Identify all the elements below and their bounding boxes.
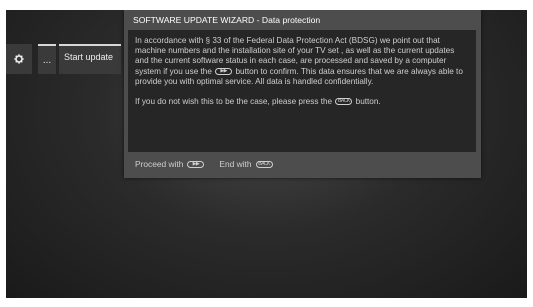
paragraph2-text-before: If you do not wish this to be the case, …: [135, 97, 333, 107]
more-label: ...: [42, 54, 52, 66]
proceed-hint[interactable]: Proceed with ▶▶: [135, 159, 205, 169]
back-button-icon: BACK: [255, 160, 273, 168]
paragraph2-text-after: button.: [355, 97, 381, 107]
dialog-body: In accordance with § 33 of the Federal D…: [128, 30, 476, 152]
gear-icon: [14, 54, 24, 64]
decline-paragraph: If you do not wish this to be the case, …: [135, 97, 469, 107]
end-hint[interactable]: End with BACK: [219, 159, 273, 169]
tv-screen: ... Start update SOFTWARE UPDATE WIZARD …: [6, 10, 527, 298]
forward-button-icon: ▶▶: [215, 67, 233, 75]
settings-menu-item[interactable]: [6, 44, 32, 74]
data-protection-paragraph: In accordance with § 33 of the Federal D…: [135, 36, 469, 87]
start-update-label: Start update: [64, 52, 114, 62]
more-menu-item[interactable]: ...: [38, 44, 56, 74]
dialog-title: SOFTWARE UPDATE WIZARD - Data protection: [133, 15, 321, 25]
dialog-footer: Proceed with ▶▶ End with BACK: [135, 159, 288, 169]
forward-button-icon: ▶▶: [187, 160, 205, 168]
software-update-dialog: SOFTWARE UPDATE WIZARD - Data protection…: [124, 10, 481, 178]
start-update-menu-item[interactable]: Start update: [59, 44, 121, 74]
end-label: End with: [219, 159, 252, 169]
back-button-icon: BACK: [335, 98, 353, 106]
proceed-label: Proceed with: [135, 159, 184, 169]
